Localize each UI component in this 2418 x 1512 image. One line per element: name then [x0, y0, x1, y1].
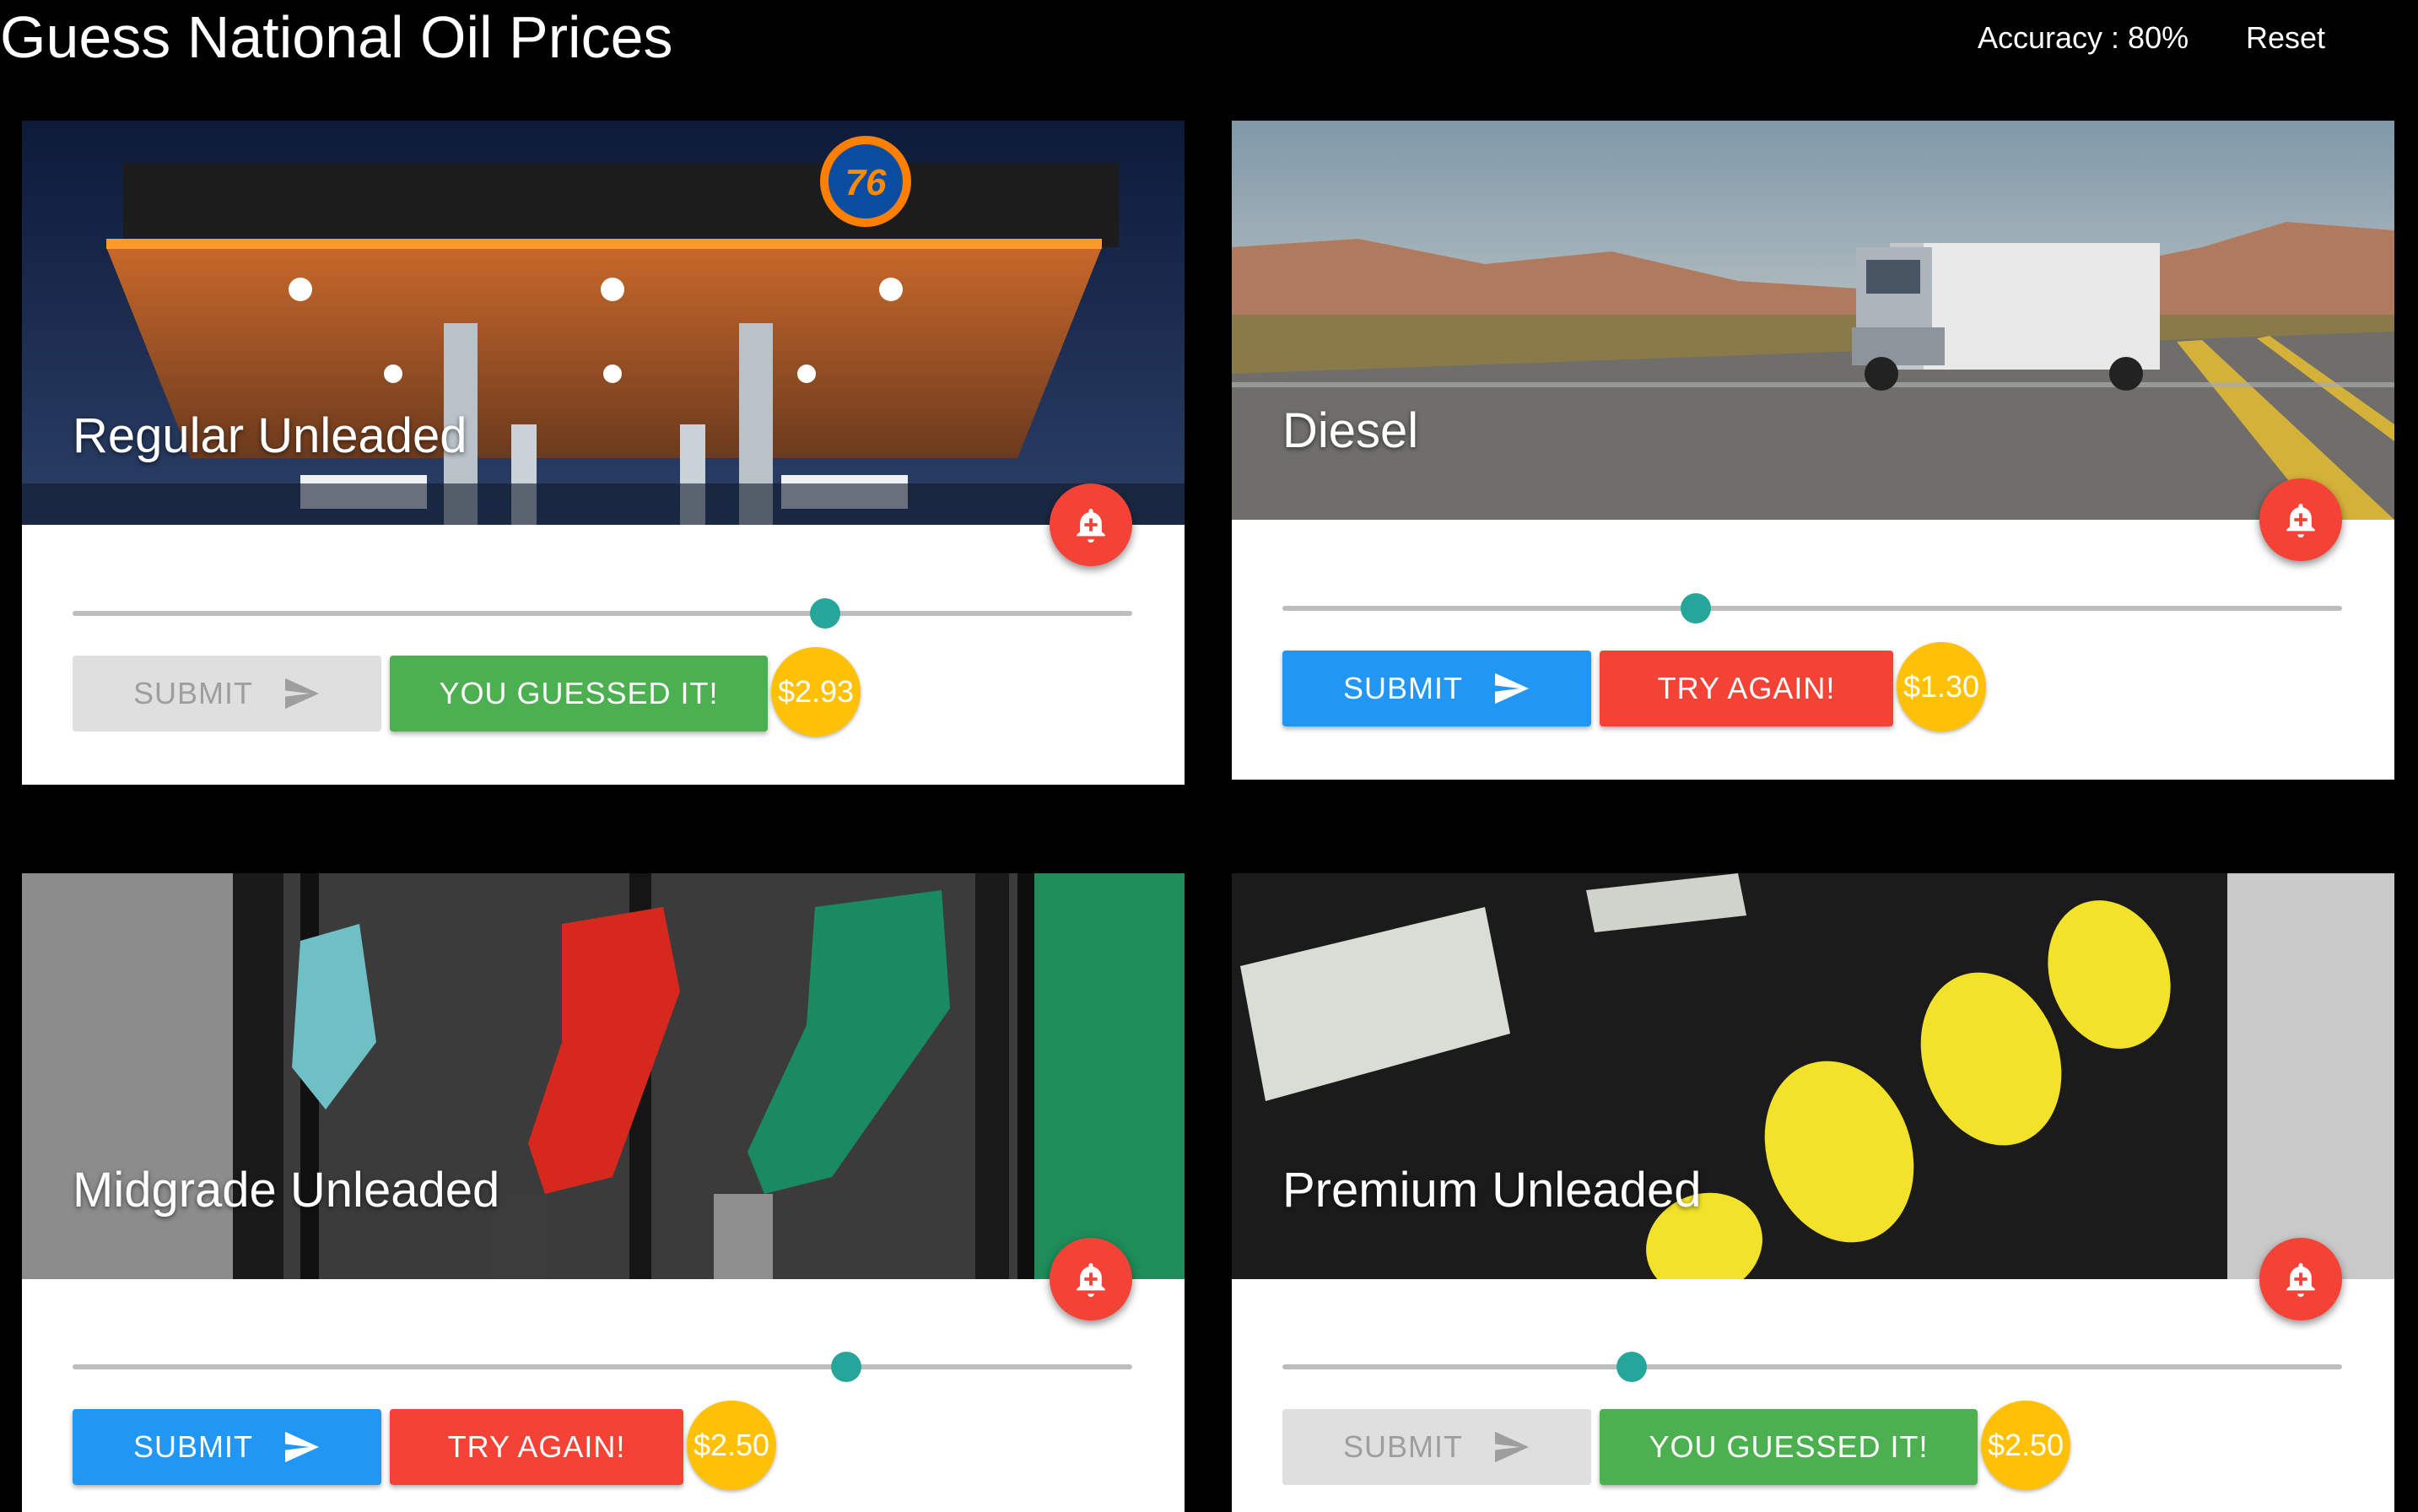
- slider-thumb[interactable]: [830, 1352, 861, 1382]
- submit-label: SUBMIT: [132, 1429, 253, 1464]
- app-title: Guess National Oil Prices: [0, 4, 673, 70]
- submit-label: SUBMIT: [1342, 1429, 1463, 1464]
- result-label: TRY AGAIN!: [447, 1429, 626, 1464]
- slider-thumb[interactable]: [809, 598, 840, 629]
- add-alert-icon: [1077, 508, 1105, 543]
- price-card-regular: 76 Regular Unleaded SUBMIT YOU GUESSED I…: [22, 121, 1185, 785]
- result-label: YOU GUESSED IT!: [1649, 1429, 1929, 1464]
- slider-track: [73, 1364, 1132, 1369]
- price-slider[interactable]: [1282, 1352, 2342, 1382]
- send-icon: [285, 1431, 319, 1463]
- submit-button[interactable]: SUBMIT: [73, 1409, 381, 1485]
- add-alert-button[interactable]: [2259, 478, 2342, 561]
- submit-button[interactable]: SUBMIT: [1282, 651, 1591, 726]
- result-button[interactable]: YOU GUESSED IT!: [1600, 1409, 1978, 1485]
- card-title: Midgrade Unleaded: [73, 1163, 500, 1218]
- price-card-diesel: Diesel SUBMIT TRY AGAIN! $1.30: [1232, 121, 2394, 780]
- price-card-midgrade: Midgrade Unleaded SUBMIT TRY AGAIN! $2.5…: [22, 873, 1185, 1512]
- card-image: [1232, 121, 2394, 520]
- slider-thumb[interactable]: [1680, 593, 1711, 624]
- add-alert-icon: [2286, 1262, 2315, 1298]
- send-icon: [1495, 672, 1529, 705]
- add-alert-icon: [1077, 1262, 1105, 1298]
- submit-label: SUBMIT: [1342, 671, 1463, 705]
- actual-price-badge: $2.93: [771, 647, 861, 737]
- price-slider[interactable]: [1282, 593, 2342, 624]
- actual-price-badge: $2.50: [687, 1401, 776, 1490]
- price-card-premium: Premium Unleaded SUBMIT YOU GUESSED IT! …: [1232, 873, 2394, 1512]
- add-alert-button[interactable]: [1050, 1238, 1132, 1320]
- card-title: Regular Unleaded: [73, 408, 467, 463]
- card-image: 76: [22, 121, 1185, 525]
- submit-label: SUBMIT: [132, 676, 253, 710]
- card-title: Premium Unleaded: [1282, 1163, 1702, 1218]
- result-label: TRY AGAIN!: [1657, 671, 1836, 705]
- card-title: Diesel: [1282, 403, 1419, 458]
- result-button[interactable]: TRY AGAIN!: [390, 1409, 683, 1485]
- send-icon: [1495, 1431, 1529, 1463]
- gas-station-76-canopy-image: 76: [22, 121, 1185, 525]
- slider-track: [1282, 606, 2342, 611]
- svg-text:76: 76: [845, 162, 887, 203]
- reset-button[interactable]: Reset: [2246, 19, 2325, 57]
- result-button[interactable]: YOU GUESSED IT!: [390, 656, 768, 732]
- slider-track: [1282, 1364, 2342, 1369]
- accuracy-readout: Accuracy : 80%: [1978, 20, 2189, 55]
- slider-track: [73, 611, 1132, 616]
- add-alert-button[interactable]: [1050, 483, 1132, 566]
- add-alert-button[interactable]: [2259, 1238, 2342, 1320]
- add-alert-icon: [2286, 503, 2315, 538]
- send-icon: [285, 678, 319, 710]
- result-label: YOU GUESSED IT!: [439, 676, 719, 710]
- price-slider[interactable]: [73, 598, 1132, 629]
- result-button[interactable]: TRY AGAIN!: [1600, 651, 1893, 726]
- actual-price-badge: $1.30: [1897, 642, 1986, 732]
- slider-thumb[interactable]: [1616, 1352, 1648, 1382]
- actual-price-badge: $2.50: [1981, 1401, 2070, 1490]
- submit-button[interactable]: SUBMIT: [1282, 1409, 1591, 1485]
- submit-button[interactable]: SUBMIT: [73, 656, 381, 732]
- price-slider[interactable]: [73, 1352, 1132, 1382]
- semi-truck-highway-image: [1232, 121, 2394, 520]
